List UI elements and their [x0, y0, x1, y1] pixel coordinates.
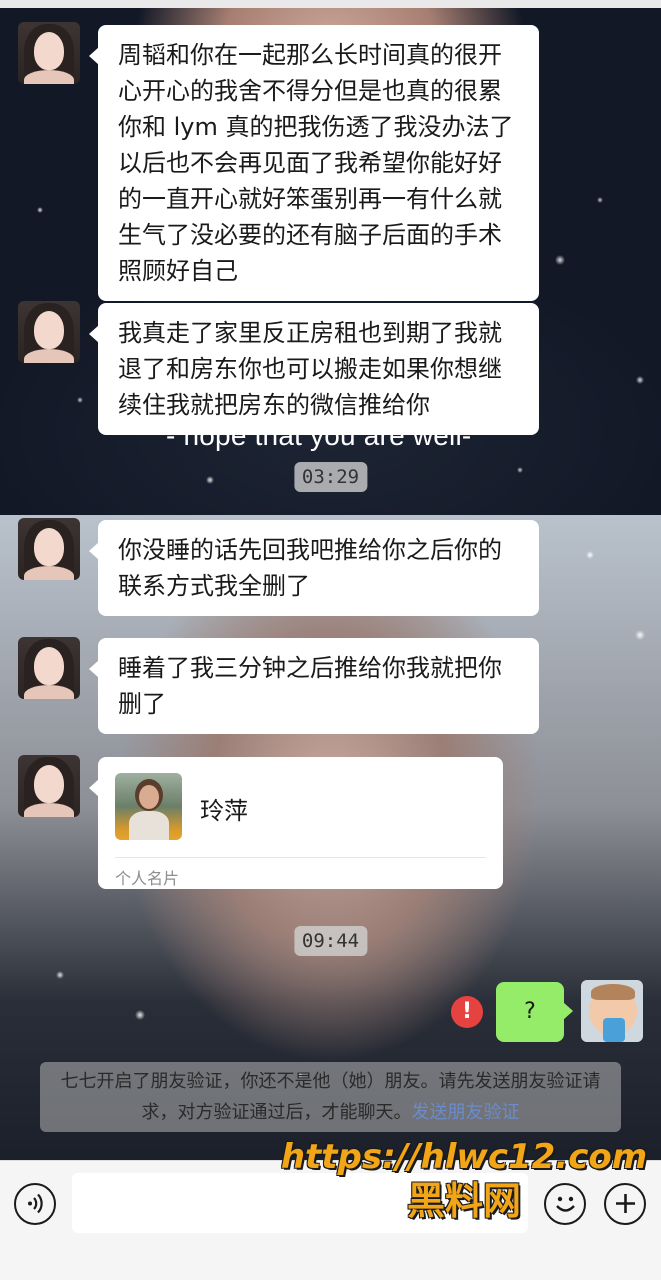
photo-caption: - hope that you are well-: [166, 420, 472, 451]
card-divider: [115, 857, 486, 858]
contact-avatar[interactable]: [18, 518, 80, 580]
message-text: 我真走了家里反正房租也到期了我就 退了和房东你也可以搬走如果你想继 续住我就把房…: [118, 319, 502, 419]
voice-icon-glyph: [27, 1193, 43, 1214]
card-label: 个人名片: [115, 869, 180, 888]
timestamp: 09:44: [293, 926, 368, 956]
contact-card[interactable]: 玲萍 个人名片: [89, 757, 503, 889]
message-text: 你没睡的话先回我吧推给你之后你的 联系方式我全删了: [118, 536, 502, 600]
my-avatar[interactable]: [581, 980, 643, 1042]
message-bubble[interactable]: 我真走了家里反正房租也到期了我就 退了和房东你也可以搬走如果你想继 续住我就把房…: [89, 303, 539, 435]
message-text: 睡着了我三分钟之后推给你我就把你 删了: [118, 654, 502, 718]
contact-avatar[interactable]: [18, 22, 80, 84]
contact-avatar[interactable]: [18, 301, 80, 363]
system-notice: 七七开启了朋友验证，你还不是他（她）朋友。请先发送朋友验证请求，对方验证通过后，…: [40, 1062, 621, 1132]
send-failed-icon[interactable]: !: [451, 996, 483, 1028]
message-bubble[interactable]: 周韬和你在一起那么长时间真的很开 心开心的我舍不得分但是也真的很累 你和 lym…: [89, 25, 539, 301]
send-verification-link[interactable]: 发送朋友验证: [412, 1102, 520, 1123]
card-avatar: [115, 773, 182, 840]
contact-avatar[interactable]: [18, 637, 80, 699]
card-name: 玲萍: [200, 797, 248, 825]
watermark: https://hlwc12.com 黑料网: [274, 1135, 654, 1223]
my-message-bubble[interactable]: ?: [496, 982, 573, 1042]
contact-avatar[interactable]: [18, 755, 80, 817]
message-bubble[interactable]: 你没睡的话先回我吧推给你之后你的 联系方式我全删了: [89, 520, 539, 616]
timestamp: 03:29: [293, 462, 368, 492]
system-notice-text: 七七开启了朋友验证，你还不是他（她）朋友。请先发送朋友验证请求，对方验证通过后，…: [60, 1071, 601, 1123]
top-strip: [0, 0, 661, 8]
message-bubble[interactable]: 睡着了我三分钟之后推给你我就把你 删了: [89, 638, 539, 734]
watermark-name: 黑料网: [406, 1179, 521, 1223]
voice-icon[interactable]: [14, 1183, 56, 1225]
message-text: 周韬和你在一起那么长时间真的很开 心开心的我舍不得分但是也真的很累 你和 lym…: [118, 41, 514, 285]
watermark-url: https://hlwc12.com: [280, 1137, 648, 1177]
